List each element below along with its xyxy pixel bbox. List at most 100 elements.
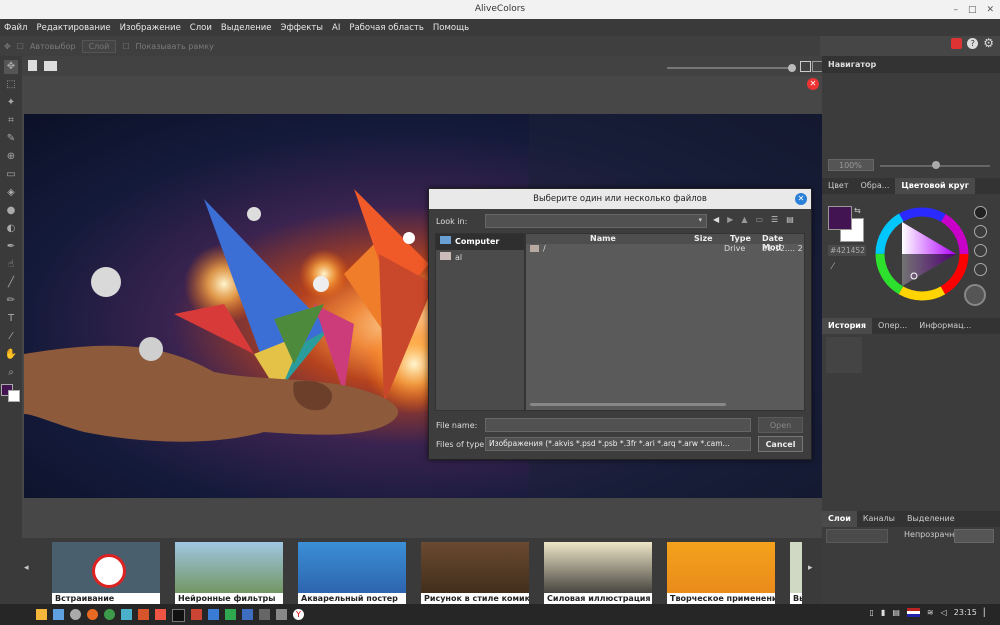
spreadsheet-icon[interactable] [225, 609, 236, 620]
column-name[interactable]: Name [590, 234, 616, 243]
menu-edit[interactable]: Редактирование [36, 23, 110, 33]
alivecolors-taskbar-icon[interactable] [259, 609, 270, 620]
terminal-icon[interactable] [172, 609, 185, 622]
look-in-select[interactable]: ▾ [485, 214, 707, 228]
tray-battery-icon[interactable]: ▮ [881, 608, 885, 617]
brush-tool-icon[interactable]: ✎ [4, 132, 18, 146]
file-row[interactable]: / Drive 31.12.... 2 [526, 244, 804, 254]
tray-notes-icon[interactable]: ▤ [892, 608, 900, 617]
thumbnail-item[interactable]: Вы [790, 542, 802, 604]
clone-tool-icon[interactable]: ⊕ [4, 150, 18, 164]
alert-icon[interactable] [951, 37, 963, 49]
store-icon[interactable] [138, 609, 149, 620]
tab-layers[interactable]: Слои [822, 511, 857, 527]
tab-channels[interactable]: Каналы [857, 511, 901, 527]
photos-icon[interactable] [155, 609, 166, 620]
menu-image[interactable]: Изображение [120, 23, 181, 33]
thumbnail-item[interactable]: Нейронные фильтры [175, 542, 283, 604]
line-tool-icon[interactable]: ╱ [4, 276, 18, 290]
calendar-icon[interactable] [208, 609, 219, 620]
pencil-tool-icon[interactable]: ✏ [4, 294, 18, 308]
app-generic-icon[interactable] [276, 609, 287, 620]
thumbnail-item[interactable]: Творческое применение [667, 542, 775, 604]
fill-tool-icon[interactable]: ◈ [4, 186, 18, 200]
cancel-button[interactable]: Cancel [758, 436, 803, 452]
menu-workspace[interactable]: Рабочая область [349, 23, 424, 33]
help-icon[interactable]: ? [967, 37, 979, 49]
file-manager-icon[interactable] [36, 609, 47, 620]
text-tool-icon[interactable]: T [4, 312, 18, 326]
marquee-tool-icon[interactable]: ⬚ [4, 78, 18, 92]
tab-operations[interactable]: Опер... [872, 318, 913, 334]
menu-effects[interactable]: Эффекты [281, 23, 324, 33]
blur-tool-icon[interactable]: ● [4, 204, 18, 218]
color-wheel[interactable] [872, 204, 972, 304]
swap-colors-icon[interactable]: ⇆ [854, 206, 861, 215]
navigator-zoom-handle[interactable] [932, 161, 940, 169]
chrome-icon[interactable] [104, 609, 115, 620]
show-desktop-icon[interactable]: ▏ [984, 608, 990, 617]
strip-right-arrow[interactable]: ▸ [808, 563, 813, 573]
thumbnail-item[interactable]: Силовая иллюстрация [544, 542, 652, 604]
menu-file[interactable]: Файл [4, 23, 27, 33]
eyedropper-tool-icon[interactable]: ⁄ [4, 330, 18, 344]
tab-history[interactable]: История [822, 318, 873, 334]
tab-selection[interactable]: Выделение [901, 511, 961, 527]
show-frame-checkbox[interactable]: ☐ [122, 42, 129, 51]
smudge-tool-icon[interactable]: ☝ [4, 258, 18, 272]
maximize-button[interactable]: □ [968, 5, 977, 15]
place-computer[interactable]: Computer [436, 234, 524, 250]
column-type[interactable]: Type [730, 234, 751, 243]
dodge-tool-icon[interactable]: ◐ [4, 222, 18, 236]
zoom-slider[interactable] [667, 67, 792, 69]
forward-icon[interactable]: ▶ [727, 215, 733, 224]
colorful-app-icon[interactable] [191, 609, 202, 620]
hand-tool-icon[interactable]: ✋ [4, 348, 18, 362]
zoom-percent-select[interactable]: 100% [828, 159, 874, 171]
close-document-icon[interactable]: ✕ [807, 78, 819, 90]
wheel-mode-icon[interactable] [974, 206, 987, 219]
up-icon[interactable]: ▲ [741, 215, 747, 224]
document-icon[interactable] [242, 609, 253, 620]
minimize-button[interactable]: – [953, 5, 958, 15]
tab-color[interactable]: Цвет [822, 178, 855, 194]
thumbnail-item[interactable]: Встраивание [52, 542, 160, 604]
fg-color-swatch[interactable] [828, 206, 852, 230]
list-view-icon[interactable]: ☰ [771, 215, 778, 224]
eraser-tool-icon[interactable]: ▭ [4, 168, 18, 182]
zoom-tool-icon[interactable]: ⌕ [4, 366, 18, 380]
horizontal-scrollbar[interactable] [530, 403, 726, 406]
dialog-close-icon[interactable]: ✕ [795, 193, 807, 205]
eyedropper-icon[interactable]: ⁄ [832, 262, 834, 272]
tray-flag-icon[interactable] [906, 608, 920, 617]
new-doc-icon[interactable] [28, 60, 37, 71]
menu-selection[interactable]: Выделение [221, 23, 272, 33]
clock[interactable]: 23:15 [954, 608, 977, 617]
pen-tool-icon[interactable]: ✒ [4, 240, 18, 254]
thumbnail-item[interactable]: Рисунок в стиле комикс [421, 542, 529, 604]
menu-layers[interactable]: Слои [190, 23, 212, 33]
autoselect-checkbox[interactable]: ☐ [17, 42, 24, 51]
file-name-input[interactable] [485, 418, 751, 432]
hex-color-field[interactable]: #421452 [828, 245, 866, 256]
tray-wifi-icon[interactable]: ≋ [927, 608, 934, 617]
magic-wand-icon[interactable]: ✦ [4, 96, 18, 110]
vpn-icon[interactable] [121, 609, 132, 620]
files-of-type-select[interactable]: Изображения (*.akvis *.psd *.psb *.3fr *… [485, 437, 751, 451]
tray-volume-icon[interactable]: ◁ [941, 608, 947, 617]
layer-select[interactable]: Слой [81, 39, 117, 53]
thumbnail-item[interactable]: Акварельный постер [298, 542, 406, 604]
back-icon[interactable]: ◀ [713, 215, 719, 224]
settings-app-icon[interactable] [70, 609, 81, 620]
fg-bg-swatches[interactable] [0, 384, 22, 402]
strip-left-arrow[interactable]: ◂ [24, 563, 29, 573]
files-icon[interactable] [53, 609, 64, 620]
color-mode-toggle[interactable] [964, 284, 986, 306]
tab-swatches[interactable]: Обра... [855, 178, 896, 194]
yandex-icon[interactable]: Y [293, 609, 304, 620]
blend-mode-select[interactable] [826, 529, 888, 543]
triangle-mode-icon[interactable] [974, 225, 987, 238]
gear-icon[interactable]: ⚙ [983, 36, 994, 50]
menu-help[interactable]: Помощь [433, 23, 469, 33]
firefox-icon[interactable] [87, 609, 98, 620]
